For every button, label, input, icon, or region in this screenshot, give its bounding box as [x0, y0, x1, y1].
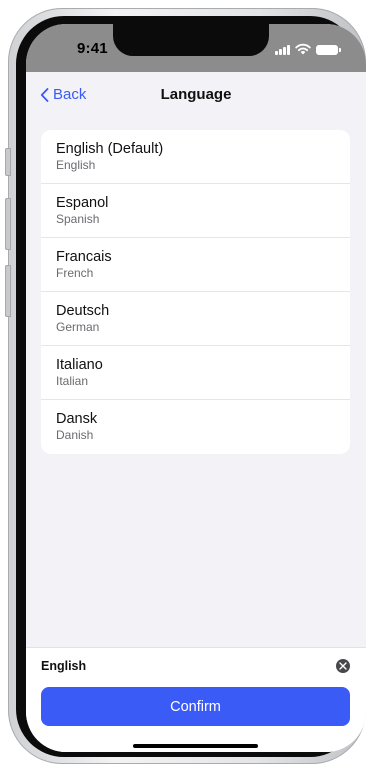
language-name: Dansk	[56, 411, 98, 427]
language-list: English (Default) English Espanol Spanis…	[41, 130, 350, 454]
status-time: 9:41	[77, 40, 108, 57]
selected-language-label: English	[41, 659, 87, 673]
language-name: English (Default)	[56, 141, 164, 157]
home-indicator[interactable]	[133, 744, 258, 748]
volume-down-button	[5, 265, 11, 317]
language-item-english[interactable]: English (Default) English	[41, 130, 350, 184]
close-icon	[339, 662, 347, 670]
language-subtitle: French	[56, 266, 94, 280]
language-item-danish[interactable]: Dansk Danish	[41, 400, 350, 454]
language-item-italian[interactable]: Italiano Italian	[41, 346, 350, 400]
volume-up-button	[5, 198, 11, 250]
clear-selection-button[interactable]	[336, 659, 350, 673]
notch	[113, 24, 269, 56]
language-item-spanish[interactable]: Espanol Spanish	[41, 184, 350, 238]
status-icons	[275, 43, 341, 55]
language-item-french[interactable]: Francais French	[41, 238, 350, 292]
screen: 9:41 Back Language English (Default) Eng	[26, 24, 366, 752]
language-subtitle: Danish	[56, 428, 94, 442]
language-subtitle: Spanish	[56, 212, 100, 226]
nav-bar: Back Language	[26, 72, 366, 118]
language-name: Espanol	[56, 195, 109, 211]
cellular-signal-icon	[275, 44, 290, 55]
selection-footer: English Confirm	[26, 647, 366, 752]
status-bar: 9:41	[26, 24, 366, 72]
language-subtitle: English	[56, 158, 96, 172]
language-item-german[interactable]: Deutsch German	[41, 292, 350, 346]
language-subtitle: Italian	[56, 374, 89, 388]
battery-icon	[316, 45, 341, 55]
confirm-label: Confirm	[170, 698, 221, 715]
confirm-button[interactable]: Confirm	[41, 687, 350, 726]
language-name: Francais	[56, 249, 112, 265]
wifi-icon	[295, 43, 311, 55]
mute-switch	[5, 148, 11, 176]
language-name: Italiano	[56, 357, 103, 373]
language-subtitle: German	[56, 320, 100, 334]
page-title: Language	[160, 86, 232, 103]
language-name: Deutsch	[56, 303, 110, 319]
